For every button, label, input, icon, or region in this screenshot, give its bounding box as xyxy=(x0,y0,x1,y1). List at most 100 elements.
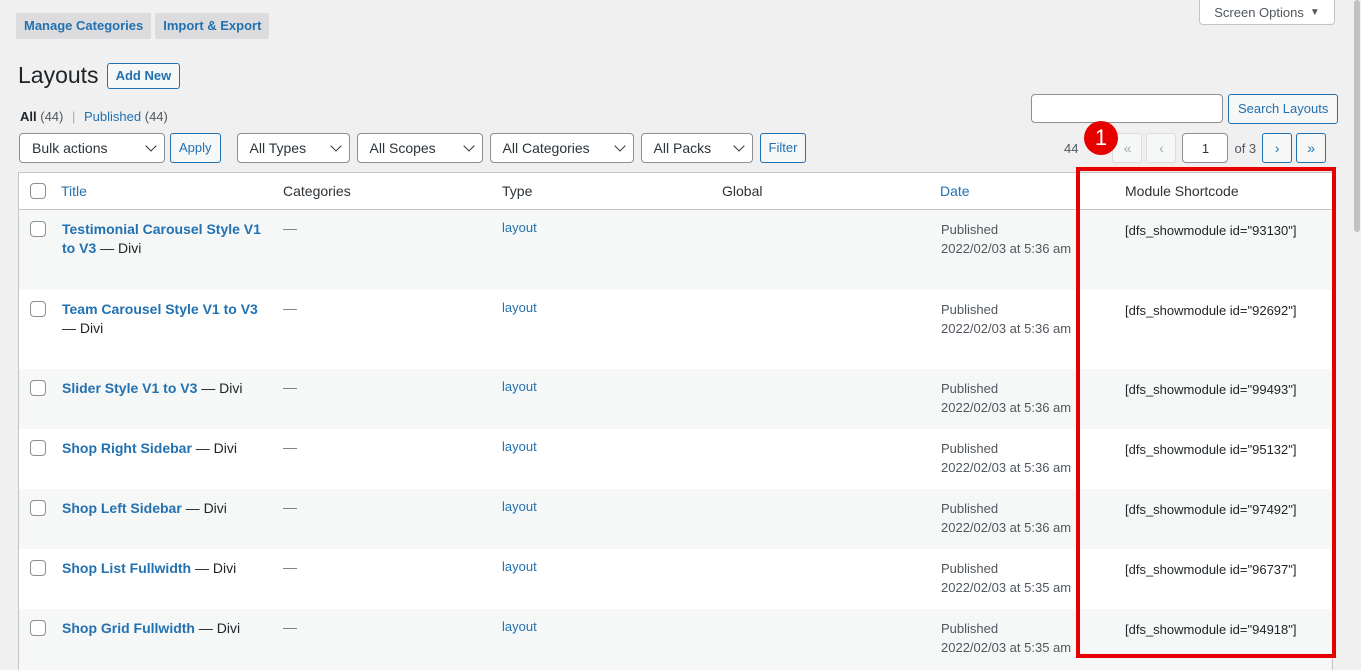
search-box: Search Layouts xyxy=(1031,94,1339,124)
current-page-input[interactable]: 1 xyxy=(1182,133,1229,163)
row-checkbox[interactable] xyxy=(30,380,46,396)
categories-value: All Categories xyxy=(502,140,590,156)
items-count: 44 xyxy=(1064,140,1079,156)
row-checkbox[interactable] xyxy=(30,301,46,317)
column-title-header[interactable]: Title xyxy=(61,183,87,199)
next-page-button[interactable]: › xyxy=(1262,133,1293,163)
top-nav: Manage Categories Import & Export xyxy=(16,13,270,39)
screen-options-button[interactable]: Screen Options ▼ xyxy=(1199,0,1335,25)
apply-button[interactable]: Apply xyxy=(170,133,221,163)
row-shortcode: [dfs_showmodule id="97492"] xyxy=(1125,502,1297,517)
row-status: Published xyxy=(941,441,999,456)
categories-select[interactable]: All Categories xyxy=(489,133,634,163)
row-title: Team Carousel Style V1 to V3 — Divi xyxy=(62,300,262,338)
bulk-actions-select[interactable]: Bulk actions xyxy=(19,133,165,163)
row-status: Published xyxy=(941,621,999,636)
row-title: Shop Right Sidebar — Divi xyxy=(62,439,262,458)
column-date-header[interactable]: Date xyxy=(940,183,970,199)
select-all-checkbox[interactable] xyxy=(30,183,46,199)
layouts-table: Title Categories Type Global Date Module… xyxy=(18,172,1333,670)
row-title: Shop Left Sidebar — Divi xyxy=(62,499,262,518)
row-title-suffix: — Divi xyxy=(191,440,238,456)
view-published-count: (44) xyxy=(144,109,168,124)
row-title-link[interactable]: Testimonial Carousel Style V1 to V3 xyxy=(62,221,261,256)
chevron-down-icon xyxy=(462,140,475,152)
row-date: Published 2022/02/03 at 5:35 am xyxy=(941,559,1071,597)
row-type-link[interactable]: layout xyxy=(502,499,537,514)
row-title: Shop Grid Fullwidth — Divi xyxy=(62,619,262,638)
row-date: Published 2022/02/03 at 5:36 am xyxy=(941,379,1071,417)
view-all-link[interactable]: All xyxy=(20,109,37,124)
table-row: Shop Left Sidebar — Divi — layout Publis… xyxy=(19,489,1332,549)
row-categories: — xyxy=(283,559,297,575)
row-categories: — xyxy=(283,220,297,236)
row-type-link[interactable]: layout xyxy=(502,559,537,574)
row-type-link[interactable]: layout xyxy=(502,379,537,394)
row-checkbox[interactable] xyxy=(30,560,46,576)
table-row: Team Carousel Style V1 to V3 — Divi — la… xyxy=(19,290,1332,369)
search-layouts-button[interactable]: Search Layouts xyxy=(1228,94,1339,124)
last-page-button[interactable]: » xyxy=(1296,133,1327,163)
column-shortcode-header: Module Shortcode xyxy=(1125,183,1239,199)
packs-value: All Packs xyxy=(653,140,712,156)
row-checkbox[interactable] xyxy=(30,620,46,636)
row-date-value: 2022/02/03 at 5:36 am xyxy=(941,520,1072,535)
tab-manage-categories[interactable]: Manage Categories xyxy=(16,13,152,39)
scopes-select[interactable]: All Scopes xyxy=(356,133,483,163)
triangle-down-icon: ▼ xyxy=(1309,6,1320,18)
row-date-value: 2022/02/03 at 5:36 am xyxy=(941,460,1072,475)
row-categories: — xyxy=(283,619,297,635)
annotation-badge: 1 xyxy=(1084,121,1118,155)
row-checkbox[interactable] xyxy=(30,440,46,456)
total-pages-label: of 3 xyxy=(1234,140,1257,156)
row-type-link[interactable]: layout xyxy=(502,439,537,454)
row-date: Published 2022/02/03 at 5:36 am xyxy=(941,220,1071,258)
row-shortcode: [dfs_showmodule id="96737"] xyxy=(1125,562,1297,577)
view-all-count: (44) xyxy=(40,109,64,124)
bulk-actions-value: Bulk actions xyxy=(32,140,108,156)
row-type-link[interactable]: layout xyxy=(502,619,537,634)
row-type-link[interactable]: layout xyxy=(502,300,537,315)
table-row: Testimonial Carousel Style V1 to V3 — Di… xyxy=(19,210,1332,290)
row-categories: — xyxy=(283,379,297,395)
row-date-value: 2022/02/03 at 5:35 am xyxy=(941,580,1072,595)
table-row: Shop Grid Fullwidth — Divi — layout Publ… xyxy=(19,609,1332,670)
add-new-button[interactable]: Add New xyxy=(106,62,181,89)
row-status: Published xyxy=(941,501,999,516)
row-title-link[interactable]: Team Carousel Style V1 to V3 xyxy=(62,301,258,317)
row-date-value: 2022/02/03 at 5:36 am xyxy=(941,400,1072,415)
row-type-link[interactable]: layout xyxy=(502,220,537,235)
filter-button[interactable]: Filter xyxy=(759,133,807,163)
search-input[interactable] xyxy=(1031,94,1223,123)
row-title-link[interactable]: Shop Grid Fullwidth xyxy=(62,620,195,636)
row-title-link[interactable]: Slider Style V1 to V3 xyxy=(62,380,197,396)
view-published-link[interactable]: Published xyxy=(84,109,141,124)
view-filters: All (44) | Published (44) xyxy=(20,109,168,124)
row-status: Published xyxy=(941,222,999,237)
table-header: Title Categories Type Global Date Module… xyxy=(19,173,1332,210)
row-checkbox[interactable] xyxy=(30,500,46,516)
row-date: Published 2022/02/03 at 5:36 am xyxy=(941,499,1071,537)
row-title-link[interactable]: Shop Left Sidebar xyxy=(62,500,182,516)
column-categories-header: Categories xyxy=(283,183,351,199)
column-global-header: Global xyxy=(722,183,763,199)
row-categories: — xyxy=(283,439,297,455)
row-title-suffix: — Divi xyxy=(62,320,104,336)
row-title-suffix: — Divi xyxy=(96,240,142,256)
types-select[interactable]: All Types xyxy=(236,133,350,163)
row-checkbox[interactable] xyxy=(30,221,46,237)
prev-page-button[interactable]: ‹ xyxy=(1146,133,1177,163)
tab-import-export[interactable]: Import & Export xyxy=(155,13,270,39)
packs-select[interactable]: All Packs xyxy=(640,133,753,163)
row-title-suffix: — Divi xyxy=(197,380,243,396)
row-date: Published 2022/02/03 at 5:35 am xyxy=(941,619,1071,657)
chevron-down-icon xyxy=(732,140,745,152)
chevron-down-icon xyxy=(145,140,157,152)
row-title-link[interactable]: Shop List Fullwidth xyxy=(62,560,191,576)
view-separator: | xyxy=(72,109,76,124)
page-scrollbar[interactable] xyxy=(1354,0,1360,232)
types-value: All Types xyxy=(249,140,307,156)
row-title-link[interactable]: Shop Right Sidebar xyxy=(62,440,192,456)
row-categories: — xyxy=(283,300,297,316)
row-date: Published 2022/02/03 at 5:36 am xyxy=(941,300,1071,338)
